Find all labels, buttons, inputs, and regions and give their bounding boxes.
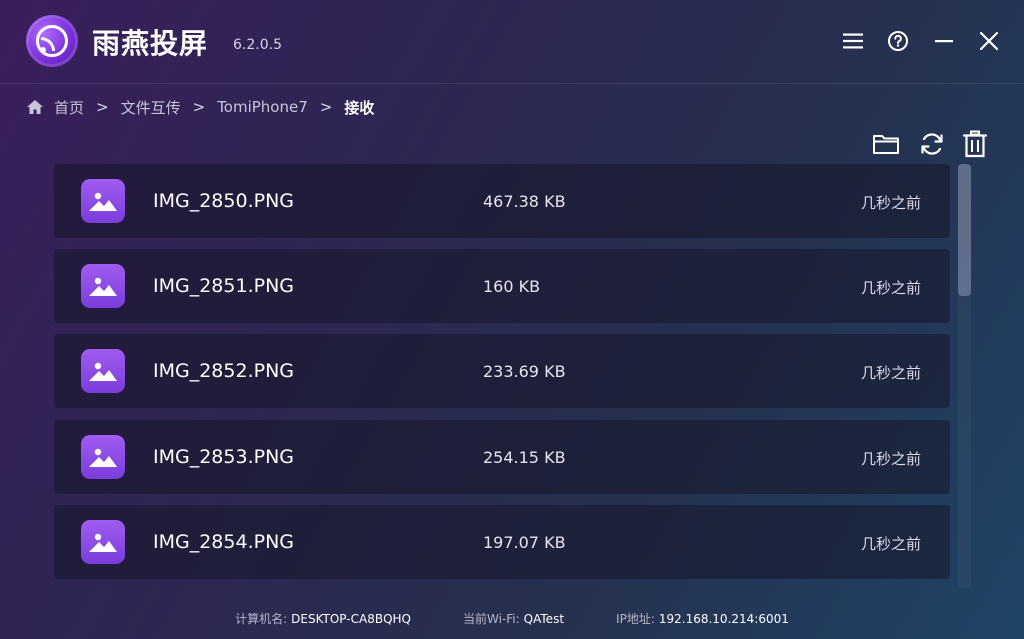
- ip-label: IP地址:: [616, 612, 655, 626]
- app-window: 雨燕投屏 6.2.0.5 首页 > 文件互传 > TomiPhone7 > 接收…: [0, 0, 1024, 639]
- file-size: 197.07 KB: [483, 533, 566, 552]
- breadcrumb-separator: >: [192, 98, 206, 116]
- computer-name-value: DESKTOP-CA8BQHQ: [291, 612, 411, 626]
- file-size: 160 KB: [483, 277, 541, 296]
- breadcrumb-separator: >: [96, 98, 109, 116]
- refresh-icon: [921, 133, 943, 155]
- file-size: 254.15 KB: [483, 448, 566, 467]
- breadcrumb-file-transfer[interactable]: 文件互传: [121, 97, 181, 118]
- scrollbar-track[interactable]: [958, 164, 971, 588]
- file-row[interactable]: IMG_2851.PNG 160 KB 几秒之前: [54, 249, 950, 323]
- file-name: IMG_2850.PNG: [153, 190, 295, 212]
- wifi-label: 当前Wi-Fi:: [462, 612, 520, 626]
- image-icon: [81, 264, 125, 308]
- file-row[interactable]: IMG_2854.PNG 197.07 KB 几秒之前: [54, 505, 950, 579]
- minimize-icon: [935, 40, 953, 43]
- file-row[interactable]: IMG_2853.PNG 254.15 KB 几秒之前: [54, 420, 950, 494]
- breadcrumb-home[interactable]: 首页: [54, 97, 84, 118]
- delete-button[interactable]: [961, 130, 989, 158]
- close-button[interactable]: [976, 28, 1002, 54]
- home-icon[interactable]: [26, 99, 44, 115]
- menu-button[interactable]: [840, 28, 866, 54]
- file-name: IMG_2854.PNG: [153, 531, 295, 553]
- computer-name-status: 计算机名: DESKTOP-CA8BQHQ: [235, 610, 411, 627]
- file-time: 几秒之前: [860, 535, 921, 553]
- app-title: 雨燕投屏: [92, 27, 209, 60]
- image-icon: [81, 179, 125, 223]
- file-time: 几秒之前: [860, 450, 921, 468]
- breadcrumb-device[interactable]: TomiPhone7: [217, 98, 308, 116]
- ip-status: IP地址: 192.168.10.214:6001: [616, 610, 789, 627]
- open-folder-button[interactable]: [872, 130, 900, 158]
- file-list: IMG_2850.PNG 467.38 KB 几秒之前 IMG_2851.PNG…: [54, 164, 950, 588]
- wifi-status: 当前Wi-Fi: QATest: [463, 610, 564, 627]
- file-row[interactable]: IMG_2850.PNG 467.38 KB 几秒之前: [54, 164, 950, 238]
- status-bar: 计算机名: DESKTOP-CA8BQHQ 当前Wi-Fi: QATest IP地址…: [0, 598, 1024, 639]
- ip-value: 192.168.10.214:6001: [658, 612, 789, 626]
- image-icon: [81, 349, 125, 393]
- file-time: 几秒之前: [860, 194, 921, 212]
- file-row[interactable]: IMG_2852.PNG 233.69 KB 几秒之前: [54, 334, 950, 408]
- breadcrumb-current: 接收: [344, 98, 375, 117]
- file-size: 233.69 KB: [483, 362, 566, 381]
- help-button[interactable]: [885, 28, 911, 54]
- refresh-button[interactable]: [918, 130, 946, 158]
- trash-icon: [962, 130, 988, 158]
- app-logo: [26, 15, 78, 67]
- file-name: IMG_2851.PNG: [153, 275, 295, 297]
- title-bar[interactable]: 雨燕投屏 6.2.0.5: [0, 0, 1024, 84]
- breadcrumb: 首页 > 文件互传 > TomiPhone7 > 接收: [26, 96, 374, 118]
- minimize-button[interactable]: [931, 28, 957, 54]
- file-name: IMG_2853.PNG: [153, 446, 295, 468]
- scrollbar-thumb[interactable]: [958, 164, 971, 296]
- folder-icon: [873, 135, 899, 154]
- file-size: 467.38 KB: [483, 192, 566, 211]
- breadcrumb-separator: >: [319, 98, 333, 116]
- file-time: 几秒之前: [860, 279, 921, 297]
- image-icon: [81, 435, 125, 479]
- close-icon: [979, 31, 999, 51]
- image-icon: [81, 520, 125, 564]
- help-circle-icon: [888, 31, 908, 51]
- computer-name-label: 计算机名:: [235, 612, 288, 626]
- hamburger-menu-icon: [843, 33, 863, 49]
- wifi-value: QATest: [523, 612, 565, 626]
- file-time: 几秒之前: [860, 364, 921, 382]
- app-version: 6.2.0.5: [233, 37, 282, 53]
- file-name: IMG_2852.PNG: [153, 360, 295, 382]
